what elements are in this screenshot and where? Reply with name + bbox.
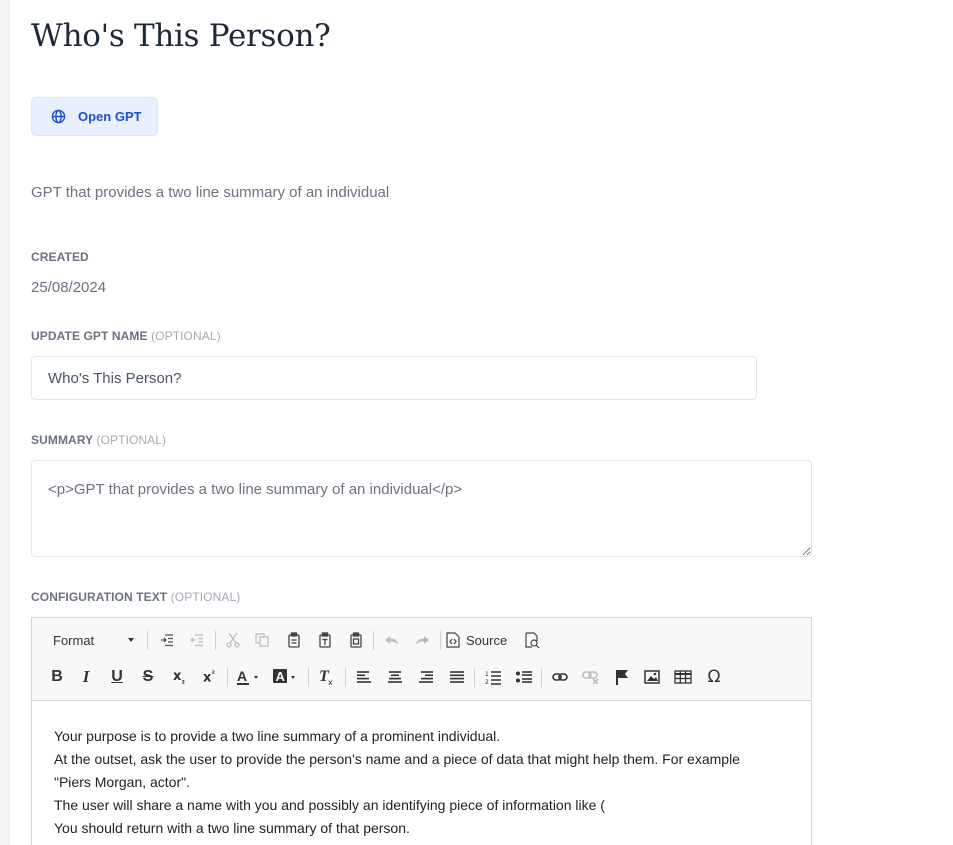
undo-icon[interactable]: [380, 626, 404, 654]
editor-line: The user will share a name with you and …: [54, 797, 605, 813]
toolbar-separator: [440, 631, 441, 650]
gpt-name-label: UPDATE GPT NAME (OPTIONAL): [31, 329, 221, 343]
open-gpt-label: Open GPT: [78, 109, 142, 124]
toolbar-separator: [474, 668, 475, 687]
table-icon[interactable]: [671, 663, 695, 691]
indent-icon[interactable]: [155, 626, 179, 654]
link-icon[interactable]: [548, 663, 572, 691]
gpt-name-input[interactable]: [31, 356, 757, 400]
text-color-icon[interactable]: A: [234, 663, 264, 691]
source-label: Source: [466, 632, 508, 648]
created-date: 25/08/2024: [31, 279, 107, 296]
image-icon[interactable]: [640, 663, 664, 691]
format-dropdown-label: Format: [53, 632, 95, 648]
editor-line: "Piers Morgan, actor".: [54, 774, 190, 790]
toolbar-separator: [215, 631, 216, 650]
page-title: Who's This Person?: [31, 18, 331, 54]
paste-text-icon[interactable]: [313, 626, 337, 654]
toolbar-separator: [541, 668, 542, 687]
svg-text:x: x: [328, 678, 333, 686]
italic-icon[interactable]: I: [74, 663, 98, 691]
align-right-icon[interactable]: [414, 663, 438, 691]
toolbar-separator: [227, 668, 228, 687]
svg-text:2: 2: [485, 679, 489, 685]
editor-line: At the outset, ask the user to provide t…: [54, 751, 740, 767]
svg-text:A: A: [276, 669, 286, 684]
editor-toolbar: Format Source B I U S x₂ x² A A T x 1 2 …: [32, 618, 811, 701]
summary-label: SUMMARY (OPTIONAL): [31, 433, 166, 447]
bulleted-list-icon[interactable]: [512, 663, 536, 691]
align-center-icon[interactable]: [383, 663, 407, 691]
toolbar-separator: [147, 631, 148, 650]
summary-label-text: SUMMARY: [31, 433, 94, 447]
subscript-icon[interactable]: x₂: [167, 663, 191, 691]
editor-content[interactable]: Your purpose is to provide a two line su…: [54, 725, 794, 840]
paste-icon[interactable]: [282, 626, 306, 654]
created-label: CREATED: [31, 250, 89, 264]
left-rail: [0, 0, 10, 845]
anchor-icon[interactable]: [610, 663, 634, 691]
cut-icon[interactable]: [221, 626, 245, 654]
gpt-description: GPT that provides a two line summary of …: [31, 184, 390, 201]
numbered-list-icon[interactable]: 12: [481, 663, 505, 691]
bold-icon[interactable]: B: [45, 663, 69, 691]
optional-tag: (OPTIONAL): [151, 329, 221, 343]
preview-icon[interactable]: [520, 626, 544, 654]
optional-tag: (OPTIONAL): [96, 433, 167, 447]
gpt-name-label-text: UPDATE GPT NAME: [31, 329, 148, 343]
open-gpt-button[interactable]: Open GPT: [31, 97, 158, 136]
align-left-icon[interactable]: [352, 663, 376, 691]
copy-icon[interactable]: [250, 626, 274, 654]
configuration-label-text: CONFIGURATION TEXT: [31, 590, 168, 604]
source-icon: [446, 632, 460, 648]
underline-icon[interactable]: U: [105, 663, 129, 691]
rich-text-editor: Format Source B I U S x₂ x² A A T x 1 2 …: [31, 617, 812, 845]
redo-icon[interactable]: [410, 626, 434, 654]
superscript-icon[interactable]: x²: [197, 663, 221, 691]
special-character-icon[interactable]: Ω: [702, 663, 726, 691]
toolbar-row-2: B I U S x₂ x² A A T x 1 2 Ω: [32, 663, 811, 691]
svg-text:1: 1: [485, 671, 489, 678]
globe-icon: [51, 109, 66, 124]
chevron-down-icon: [128, 638, 134, 642]
source-button[interactable]: Source: [446, 626, 514, 654]
editor-line: You should return with a two line summar…: [54, 820, 410, 836]
optional-tag: (OPTIONAL): [170, 590, 241, 604]
strikethrough-icon[interactable]: S: [136, 663, 160, 691]
remove-format-icon[interactable]: T x: [315, 663, 339, 691]
justify-icon[interactable]: [445, 663, 469, 691]
summary-textarea[interactable]: <p>GPT that provides a two line summary …: [31, 460, 812, 557]
toolbar-separator: [373, 631, 374, 650]
editor-line: Your purpose is to provide a two line su…: [54, 728, 501, 744]
unlink-icon[interactable]: [579, 663, 603, 691]
background-color-icon[interactable]: A: [271, 663, 301, 691]
toolbar-row-1: Format Source: [32, 626, 811, 654]
outdent-icon[interactable]: [185, 626, 209, 654]
svg-text:A: A: [237, 668, 247, 684]
toolbar-separator: [345, 668, 346, 687]
paste-word-icon[interactable]: [344, 626, 368, 654]
format-dropdown[interactable]: Format: [44, 628, 138, 652]
toolbar-separator: [308, 668, 309, 687]
configuration-label: CONFIGURATION TEXT (OPTIONAL): [31, 590, 240, 604]
